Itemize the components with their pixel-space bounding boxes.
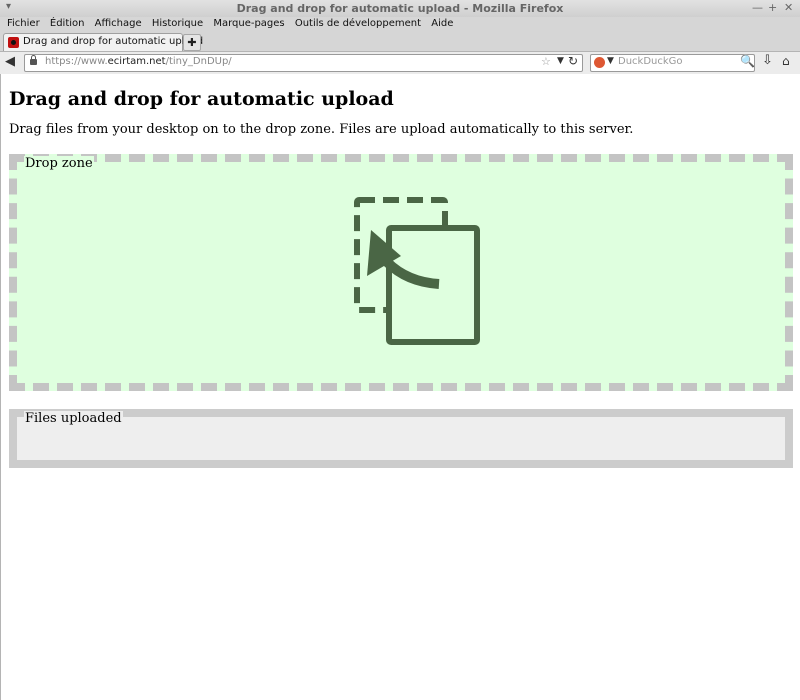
search-bar[interactable]: ▼ DuckDuckGo 🔍 <box>590 54 755 72</box>
close-icon[interactable]: ✕ <box>784 1 793 14</box>
bookmark-star-icon[interactable]: ☆ <box>541 55 551 68</box>
menu-help[interactable]: Aide <box>431 17 453 29</box>
tab-strip: Drag and drop for automatic upload ✚ <box>0 32 800 51</box>
duckduckgo-icon[interactable] <box>594 57 605 68</box>
files-uploaded-legend: Files uploaded <box>24 411 123 426</box>
menubar: Fichier Édition Affichage Historique Mar… <box>0 17 800 32</box>
window-title: Drag and drop for automatic upload - Moz… <box>236 2 564 15</box>
download-icon[interactable]: ⇩ <box>762 53 773 68</box>
url-history-dropdown-icon[interactable]: ▼ <box>557 56 564 66</box>
menu-view[interactable]: Affichage <box>95 17 142 29</box>
new-tab-button[interactable]: ✚ <box>183 34 201 51</box>
home-icon[interactable]: ⌂ <box>782 54 790 68</box>
page-title: Drag and drop for automatic upload <box>9 88 394 110</box>
reload-icon[interactable]: ↻ <box>568 54 578 68</box>
menu-history[interactable]: Historique <box>152 17 203 29</box>
search-input[interactable]: DuckDuckGo <box>618 56 683 67</box>
files-uploaded-panel: Files uploaded <box>9 409 793 468</box>
drop-zone-legend: Drop zone <box>24 156 94 171</box>
url-prefix: https://www. <box>45 56 108 67</box>
page-content: Drag and drop for automatic upload Drag … <box>0 74 800 700</box>
site-favicon-icon <box>8 37 19 48</box>
menu-devtools[interactable]: Outils de développement <box>295 17 421 29</box>
menu-file[interactable]: Fichier <box>7 17 40 29</box>
search-icon[interactable]: 🔍 <box>740 54 755 68</box>
window-titlebar: ▾ Drag and drop for automatic upload - M… <box>0 0 800 18</box>
minimize-icon[interactable]: — <box>752 1 763 14</box>
url-bar[interactable]: https://www.ecirtam.net/tiny_DnDUp/ ☆ ▼ … <box>24 54 583 72</box>
menu-edit[interactable]: Édition <box>50 17 85 29</box>
maximize-icon[interactable]: + <box>768 1 777 14</box>
menu-bookmarks[interactable]: Marque-pages <box>213 17 284 29</box>
navigation-bar: ◀ https://www.ecirtam.net/tiny_DnDUp/ ☆ … <box>0 51 800 75</box>
search-engine-dropdown-icon[interactable]: ▼ <box>607 56 614 66</box>
url-host: ecirtam.net <box>107 56 166 67</box>
drop-zone[interactable]: Drop zone <box>9 154 793 391</box>
url-text[interactable]: https://www.ecirtam.net/tiny_DnDUp/ <box>45 56 232 67</box>
url-path: /tiny_DnDUp/ <box>165 56 232 67</box>
drag-drop-file-icon <box>354 197 480 345</box>
tab-label: Drag and drop for automatic upload <box>23 36 204 47</box>
page-intro: Drag files from your desktop on to the d… <box>9 122 634 137</box>
lock-icon[interactable] <box>30 55 37 65</box>
back-icon[interactable]: ◀ <box>5 54 15 69</box>
tab-active[interactable]: Drag and drop for automatic upload <box>3 33 203 51</box>
